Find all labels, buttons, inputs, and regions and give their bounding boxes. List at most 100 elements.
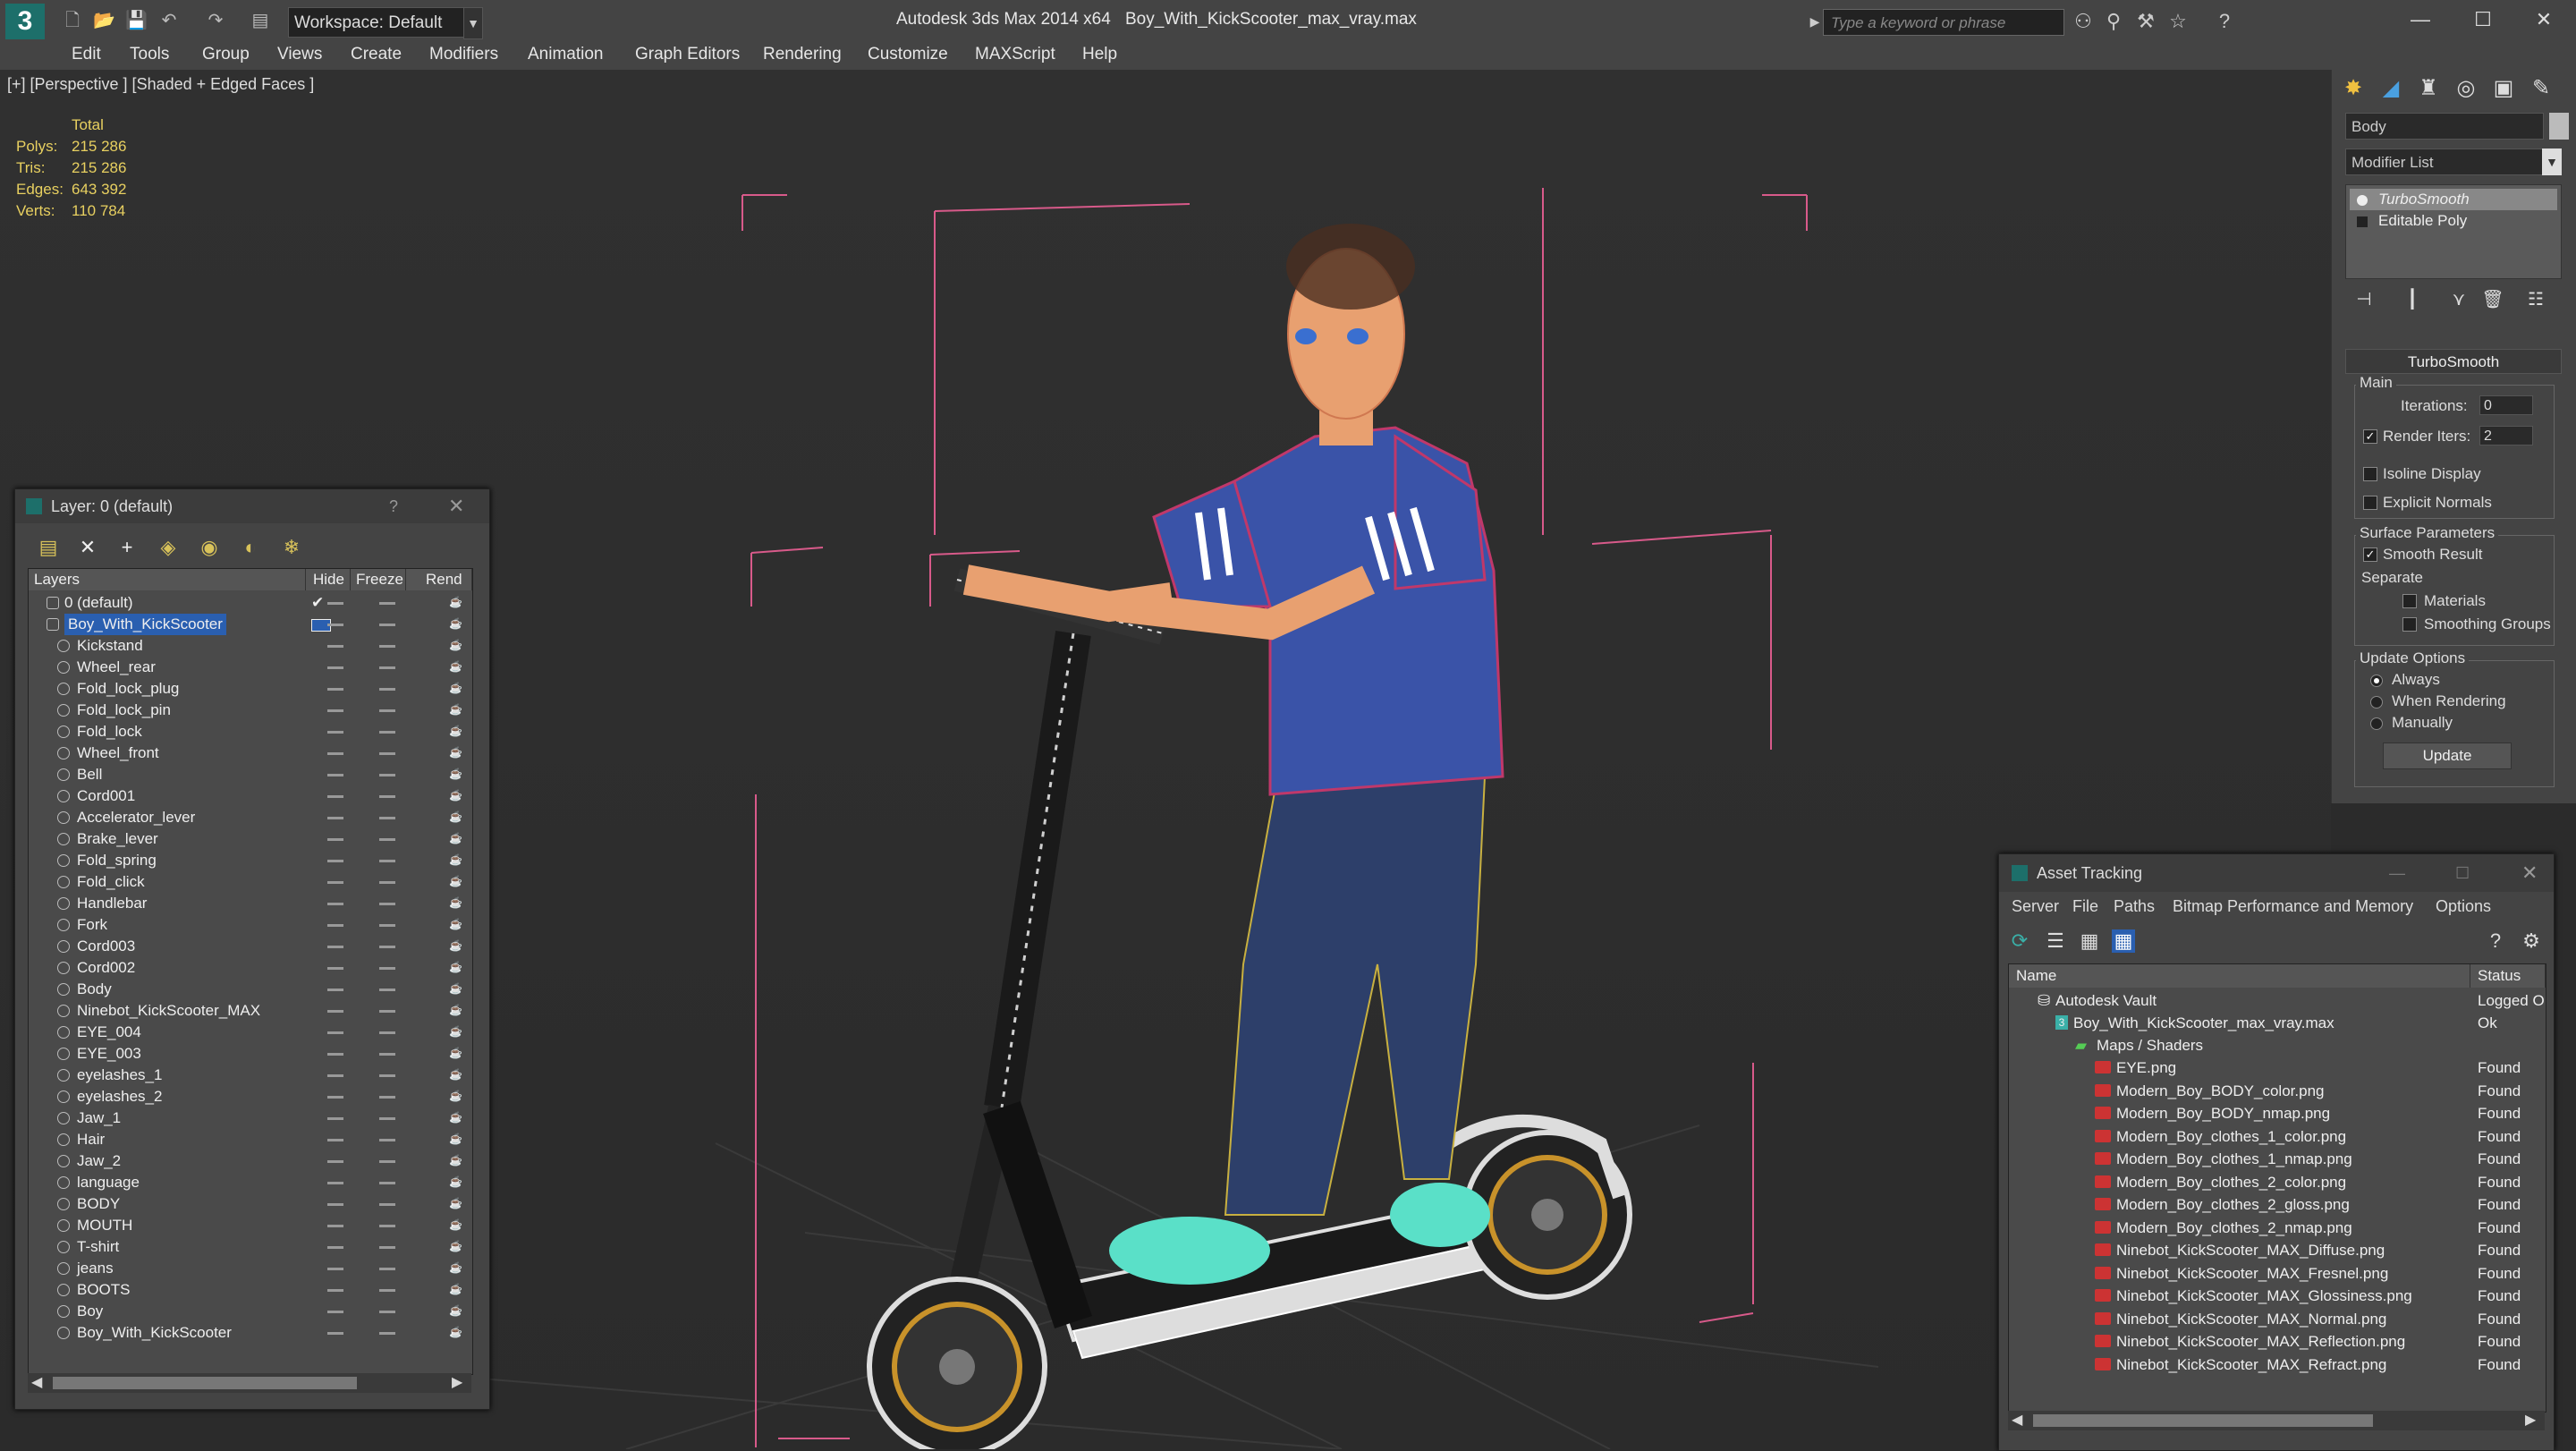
materials-checkbox[interactable] <box>2402 594 2417 608</box>
freeze-toggle[interactable] <box>379 645 395 648</box>
refresh-icon[interactable]: ⟳ <box>2008 929 2031 953</box>
motion-tab-icon[interactable]: ◎ <box>2451 73 2481 104</box>
freeze-toggle[interactable] <box>379 709 395 712</box>
object-row[interactable]: Jaw_1 ☕ <box>29 1107 472 1129</box>
render-teapot-icon[interactable]: ☕ <box>449 1133 462 1144</box>
freeze-toggle[interactable] <box>379 688 395 691</box>
object-row[interactable]: Fold_spring ☕ <box>29 850 472 871</box>
project-folder-icon[interactable]: ▤ <box>250 11 270 30</box>
asset-row-map[interactable]: Ninebot_KickScooter_MAX_Diffuse.png Found <box>2009 1239 2546 1261</box>
hide-toggle[interactable] <box>327 1332 343 1335</box>
hide-toggle[interactable] <box>327 967 343 970</box>
object-row[interactable]: Ninebot_KickScooter_MAX ☕ <box>29 1000 472 1022</box>
column-header-freeze[interactable]: Freeze <box>351 569 406 590</box>
render-teapot-icon[interactable]: ☕ <box>449 1176 462 1187</box>
maximize-icon[interactable]: ☐ <box>2456 0 2510 39</box>
hide-toggle[interactable] <box>327 1160 343 1163</box>
iterations-spinner[interactable]: 0 <box>2479 395 2533 415</box>
render-teapot-icon[interactable]: ☕ <box>449 1090 462 1101</box>
menu-help[interactable]: Help <box>1082 39 1117 70</box>
explicit-normals-checkbox[interactable] <box>2363 496 2377 510</box>
hide-toggle[interactable] <box>327 881 343 884</box>
hide-toggle[interactable] <box>327 602 343 605</box>
scroll-right-icon[interactable]: ▶ <box>2525 1411 2536 1430</box>
render-teapot-icon[interactable]: ☕ <box>449 854 462 865</box>
render-teapot-icon[interactable]: ☕ <box>449 768 462 779</box>
scroll-thumb[interactable] <box>53 1377 357 1389</box>
communication-icon[interactable]: ⚲ <box>2102 10 2125 33</box>
create-tab-icon[interactable]: ✸ <box>2338 73 2368 104</box>
asset-row-vault[interactable]: ⛁ Autodesk Vault Logged O <box>2009 989 2546 1012</box>
render-teapot-icon[interactable]: ☕ <box>449 726 462 736</box>
freeze-toggle[interactable] <box>379 924 395 927</box>
hide-toggle[interactable] <box>327 1117 343 1120</box>
render-teapot-icon[interactable]: ☕ <box>449 1327 462 1337</box>
object-row[interactable]: Jaw_2 ☕ <box>29 1150 472 1172</box>
render-teapot-icon[interactable]: ☕ <box>449 1026 462 1037</box>
render-teapot-icon[interactable]: ☕ <box>449 1262 462 1273</box>
render-teapot-icon[interactable]: ☕ <box>449 833 462 844</box>
list-view-icon[interactable]: ☰ <box>2044 929 2067 953</box>
object-row[interactable]: Wheel_front ☕ <box>29 742 472 764</box>
exchange-icon[interactable]: ⚒ <box>2134 10 2157 33</box>
menu-tools[interactable]: Tools <box>130 39 169 70</box>
freeze-toggle[interactable] <box>379 752 395 755</box>
asset-row-map[interactable]: Ninebot_KickScooter_MAX_Normal.png Found <box>2009 1308 2546 1330</box>
column-header-hide[interactable]: Hide <box>306 569 351 590</box>
object-row[interactable]: EYE_004 ☕ <box>29 1022 472 1043</box>
freeze-toggle[interactable] <box>379 1010 395 1013</box>
chevron-down-icon[interactable]: ▼ <box>2542 148 2562 175</box>
freeze-toggle[interactable] <box>379 795 395 798</box>
hide-toggle[interactable] <box>327 709 343 712</box>
freeze-toggle[interactable] <box>379 1053 395 1056</box>
chevron-down-icon[interactable]: ▼ <box>463 7 483 39</box>
undo-icon[interactable]: ↶ <box>159 11 179 30</box>
object-color-swatch[interactable] <box>2549 113 2569 140</box>
asset-row-maps-group[interactable]: ▰ Maps / Shaders <box>2009 1034 2546 1056</box>
freeze-toggle[interactable] <box>379 1289 395 1292</box>
hide-toggle[interactable] <box>327 1096 343 1099</box>
render-teapot-icon[interactable]: ☕ <box>449 1305 462 1316</box>
active-layer-check-icon[interactable]: ✔ <box>311 592 324 614</box>
hide-toggle[interactable] <box>327 860 343 862</box>
freeze-all-icon[interactable]: ❄ <box>280 536 303 559</box>
freeze-toggle[interactable] <box>379 624 395 626</box>
freeze-toggle[interactable] <box>379 1311 395 1313</box>
freeze-toggle[interactable] <box>379 666 395 669</box>
layer-row[interactable]: 0 (default) ✔ ☕ <box>29 592 472 614</box>
hide-toggle[interactable] <box>327 1010 343 1013</box>
new-file-icon[interactable]: 🗋 <box>63 11 82 30</box>
asset-dialog-titlebar[interactable]: Asset Tracking — ☐ ✕ <box>1999 854 2554 892</box>
hide-toggle[interactable] <box>327 688 343 691</box>
render-teapot-icon[interactable]: ☕ <box>449 983 462 994</box>
modify-tab-icon[interactable]: ◢ <box>2376 73 2406 104</box>
when-rendering-radio[interactable] <box>2370 696 2383 709</box>
freeze-toggle[interactable] <box>379 946 395 948</box>
freeze-toggle[interactable] <box>379 774 395 776</box>
menu-group[interactable]: Group <box>202 39 250 70</box>
freeze-toggle[interactable] <box>379 860 395 862</box>
menu-customize[interactable]: Customize <box>868 39 948 70</box>
hide-toggle[interactable] <box>327 1182 343 1184</box>
light-bulb-icon[interactable] <box>2357 194 2368 206</box>
object-row[interactable]: Boy_With_KickScooter ☕ <box>29 1322 472 1344</box>
freeze-toggle[interactable] <box>379 1332 395 1335</box>
hide-toggle[interactable] <box>327 795 343 798</box>
render-teapot-icon[interactable]: ☕ <box>449 1112 462 1123</box>
object-name-field[interactable]: Body <box>2345 113 2544 140</box>
render-teapot-icon[interactable]: ☕ <box>449 1198 462 1209</box>
hierarchy-tab-icon[interactable]: ♜ <box>2413 73 2444 104</box>
render-iters-checkbox[interactable]: ✓ <box>2363 429 2377 444</box>
hide-all-icon[interactable]: ◐ <box>239 536 262 559</box>
object-row[interactable]: Handlebar ☕ <box>29 893 472 914</box>
render-teapot-icon[interactable]: ☕ <box>449 597 462 607</box>
render-iters-spinner[interactable]: 2 <box>2479 426 2533 445</box>
render-teapot-icon[interactable]: ☕ <box>449 1155 462 1166</box>
hide-toggle[interactable] <box>327 1139 343 1141</box>
render-teapot-icon[interactable]: ☕ <box>449 1005 462 1015</box>
menu-create[interactable]: Create <box>351 39 402 70</box>
layer-horizontal-scrollbar[interactable]: ◀ ▶ <box>28 1373 471 1393</box>
isoline-checkbox[interactable] <box>2363 467 2377 481</box>
minimize-icon[interactable]: — <box>2394 0 2447 39</box>
hide-toggle[interactable] <box>327 1246 343 1249</box>
